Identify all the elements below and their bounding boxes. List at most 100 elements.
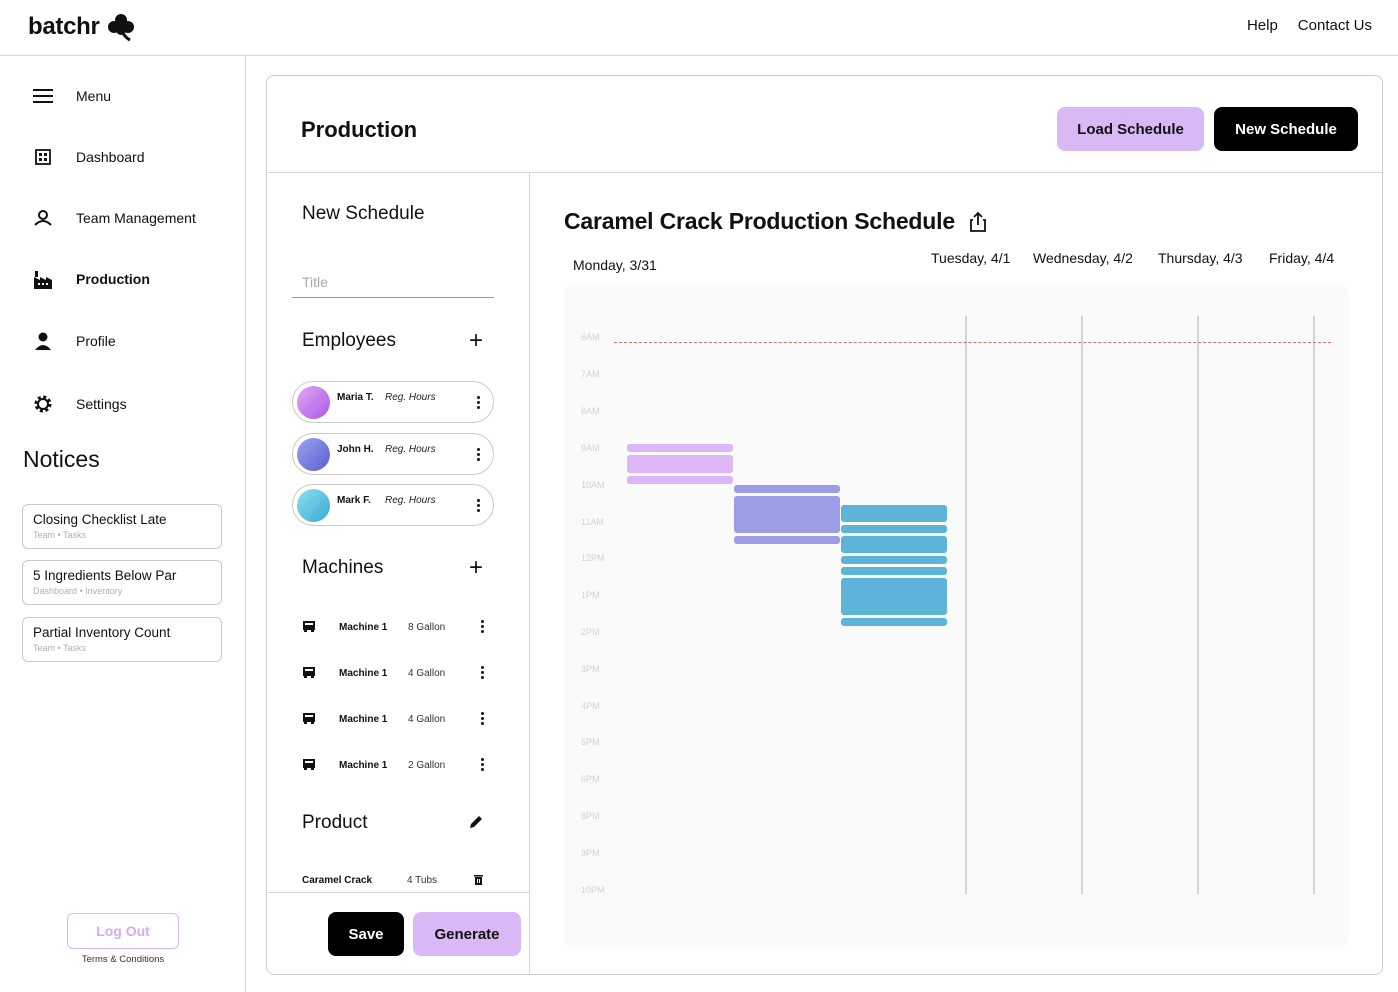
sidebar-item-label: Menu: [76, 88, 112, 104]
schedule-block[interactable]: [627, 444, 733, 452]
machines-title: Machines: [302, 557, 384, 578]
hour-label: 8PM: [581, 811, 600, 821]
schedule-block[interactable]: [734, 536, 840, 544]
form-title: New Schedule: [302, 203, 425, 224]
schedule-block[interactable]: [841, 536, 947, 553]
employee-pill[interactable]: Mark F. Reg. Hours: [292, 484, 494, 526]
machine-name: Machine 1: [339, 714, 388, 725]
more-options-icon[interactable]: [473, 448, 483, 464]
employee-pill[interactable]: Maria T. Reg. Hours: [292, 381, 494, 423]
employee-name: John H.: [337, 444, 374, 455]
save-button[interactable]: Save: [328, 912, 404, 956]
current-time-line: [614, 342, 1331, 343]
notice-sub: Team • Tasks: [33, 530, 87, 540]
generate-button[interactable]: Generate: [413, 912, 521, 956]
day-header[interactable]: Tuesday, 4/1: [931, 250, 1010, 266]
schedule-block[interactable]: [841, 556, 947, 564]
gear-icon: [32, 393, 54, 415]
sidebar-item-production[interactable]: Production: [32, 264, 150, 294]
top-bar: batchr Help Contact Us: [0, 0, 1398, 56]
logout-button[interactable]: Log Out: [67, 913, 179, 949]
factory-icon: [32, 268, 54, 290]
production-card: Production Load Schedule New Schedule Ne…: [266, 75, 1383, 975]
schedule-title-row: Caramel Crack Production Schedule: [564, 208, 987, 235]
schedule-block[interactable]: [841, 578, 947, 615]
schedule-block[interactable]: [734, 485, 840, 493]
sidebar-item-settings[interactable]: Settings: [32, 389, 127, 419]
title-input[interactable]: [292, 266, 494, 298]
hour-label: 2PM: [581, 627, 600, 637]
notice-card[interactable]: Closing Checklist Late Team • Tasks: [22, 504, 222, 549]
product-title: Product: [302, 812, 368, 833]
machine-row[interactable]: Machine 1 4 Gallon: [302, 664, 487, 684]
machine-capacity: 4 Gallon: [408, 714, 446, 725]
employees-title: Employees: [302, 330, 396, 351]
machine-icon: [303, 713, 315, 724]
schedule-grid[interactable]: 6AM 7AM 8AM 9AM 10AM 11AM 12PM 1PM 2PM 3…: [564, 284, 1349, 948]
schedule-block[interactable]: [734, 496, 840, 533]
pencil-icon[interactable]: [468, 814, 484, 830]
day-header[interactable]: Friday, 4/4: [1269, 250, 1334, 266]
hour-label: 3PM: [581, 664, 600, 674]
add-machine-button[interactable]: +: [466, 556, 486, 580]
schedule-block[interactable]: [841, 567, 947, 575]
hour-label: 12PM: [581, 553, 605, 563]
avatar: [297, 386, 330, 419]
schedule-block[interactable]: [841, 525, 947, 533]
hour-label: 11AM: [581, 517, 604, 527]
schedule-block[interactable]: [627, 476, 733, 484]
notice-card[interactable]: 5 Ingredients Below Par Dashboard • Inve…: [22, 560, 222, 605]
day-header[interactable]: Monday, 3/31: [573, 257, 657, 273]
schedule-block[interactable]: [627, 455, 733, 473]
more-options-icon[interactable]: [473, 396, 483, 412]
share-icon[interactable]: [969, 211, 987, 232]
more-options-icon[interactable]: [477, 758, 487, 774]
new-schedule-button[interactable]: New Schedule: [1214, 107, 1358, 151]
more-options-icon[interactable]: [477, 620, 487, 636]
sidebar-item-label: Dashboard: [76, 149, 145, 165]
notice-card[interactable]: Partial Inventory Count Team • Tasks: [22, 617, 222, 662]
machine-row[interactable]: Machine 1 2 Gallon: [302, 756, 487, 776]
employee-name: Maria T.: [337, 392, 374, 403]
machine-capacity: 8 Gallon: [408, 622, 446, 633]
sidebar-item-dashboard[interactable]: Dashboard: [32, 142, 145, 172]
sidebar: Menu Dashboard Team Management Productio…: [0, 56, 246, 992]
sidebar-item-profile[interactable]: Profile: [32, 326, 116, 356]
trash-icon[interactable]: [474, 875, 483, 885]
machine-name: Machine 1: [339, 622, 388, 633]
schedule-block[interactable]: [841, 618, 947, 626]
terms-link[interactable]: Terms & Conditions: [0, 954, 246, 965]
top-links: Help Contact Us: [1247, 17, 1372, 34]
sidebar-item-menu[interactable]: Menu: [32, 81, 111, 111]
hour-label: 9PM: [581, 848, 600, 858]
employee-hours: Reg. Hours: [385, 392, 436, 403]
load-schedule-button[interactable]: Load Schedule: [1057, 107, 1204, 151]
hour-label: 9AM: [581, 443, 600, 453]
machine-capacity: 4 Gallon: [408, 668, 446, 679]
employee-name: Mark F.: [337, 495, 371, 506]
more-options-icon[interactable]: [477, 666, 487, 682]
employee-pill[interactable]: John H. Reg. Hours: [292, 433, 494, 475]
machine-row[interactable]: Machine 1 4 Gallon: [302, 710, 487, 730]
schedule-block[interactable]: [841, 505, 947, 522]
hour-label: 10PM: [581, 885, 605, 895]
day-divider: [1081, 316, 1083, 894]
more-options-icon[interactable]: [477, 712, 487, 728]
more-options-icon[interactable]: [473, 499, 483, 515]
hour-label: 4PM: [581, 701, 600, 711]
day-header[interactable]: Thursday, 4/3: [1158, 250, 1243, 266]
day-header[interactable]: Wednesday, 4/2: [1033, 250, 1133, 266]
notice-sub: Dashboard • Inventory: [33, 586, 123, 596]
machine-icon: [303, 667, 315, 678]
sidebar-item-team-management[interactable]: Team Management: [32, 203, 196, 233]
app-logo[interactable]: batchr: [28, 12, 136, 42]
employee-hours: Reg. Hours: [385, 444, 436, 455]
hour-label: 6PM: [581, 774, 600, 784]
hour-label: 10AM: [581, 480, 605, 490]
add-employee-button[interactable]: +: [466, 329, 486, 353]
avatar: [297, 489, 330, 522]
machine-row[interactable]: Machine 1 8 Gallon: [302, 618, 487, 638]
help-link[interactable]: Help: [1247, 17, 1278, 34]
contact-us-link[interactable]: Contact Us: [1298, 17, 1372, 34]
team-icon: [32, 207, 54, 229]
